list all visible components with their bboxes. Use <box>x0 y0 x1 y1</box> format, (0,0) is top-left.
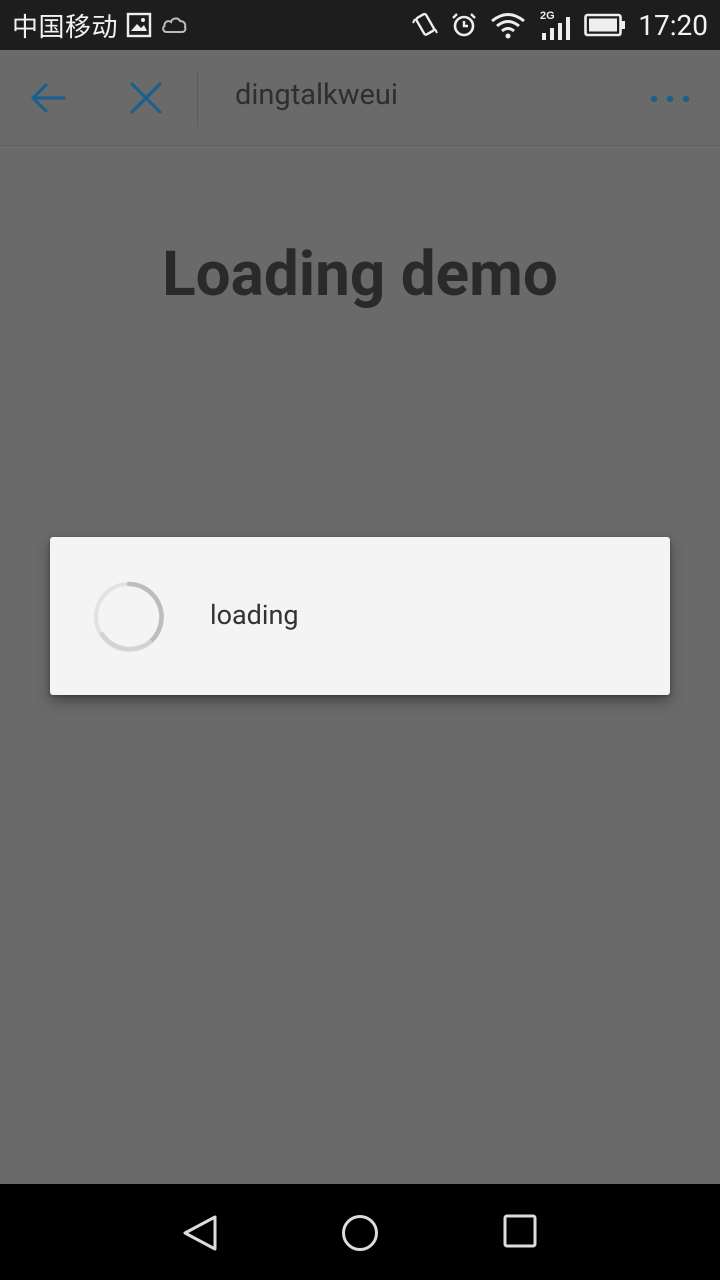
cloud-icon <box>160 14 188 36</box>
spinner-icon <box>92 580 166 654</box>
back-arrow-icon[interactable] <box>28 78 68 122</box>
clock: 17:20 <box>638 8 708 42</box>
status-bar: 中国移动 2G 17:20 <box>0 0 720 50</box>
more-icon[interactable] <box>648 90 692 109</box>
app-bar: dingtalkweui <box>0 50 720 146</box>
nav-back-icon[interactable] <box>182 1214 218 1256</box>
system-nav-bar <box>0 1184 720 1280</box>
app-bar-divider <box>197 72 198 126</box>
nav-home-icon[interactable] <box>341 1214 379 1256</box>
image-icon <box>126 12 152 38</box>
close-icon[interactable] <box>128 80 164 120</box>
battery-icon <box>584 13 626 37</box>
nav-recents-icon[interactable] <box>503 1214 537 1252</box>
network-type-label: 2G <box>540 10 555 22</box>
loading-message: loading <box>210 599 299 631</box>
loading-dialog: loading <box>50 537 670 695</box>
page-heading: Loading demo <box>162 238 558 311</box>
status-right: 2G 17:20 <box>400 9 708 42</box>
signal-icon: 2G <box>538 9 572 41</box>
status-left: 中国移动 <box>12 7 188 44</box>
carrier-name: 中国移动 <box>12 12 119 43</box>
wifi-icon <box>490 11 526 39</box>
alarm-icon <box>450 11 478 39</box>
page-title-bar: dingtalkweui <box>235 78 398 112</box>
vibrate-icon <box>412 11 439 39</box>
